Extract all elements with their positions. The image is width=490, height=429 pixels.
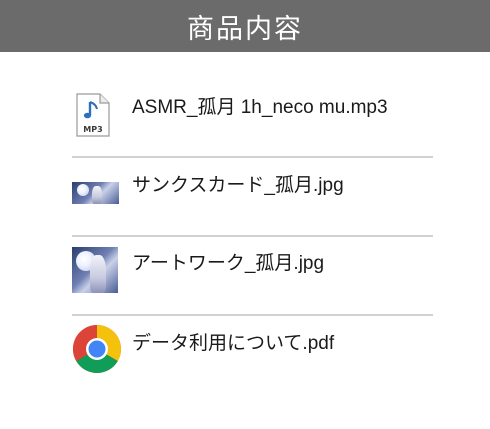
mp3-badge-label: MP3: [83, 125, 102, 134]
chrome-icon: [72, 324, 122, 374]
file-name: サンクスカード_孤月.jpg: [132, 175, 344, 196]
file-item-pdf[interactable]: データ利用について.pdf: [72, 325, 432, 406]
file-name: ASMR_孤月 1h_neco mu.mp3: [132, 97, 388, 118]
header-bar: 商品内容: [0, 0, 490, 52]
thumbnail-image-icon: [72, 247, 118, 293]
file-item-mp3[interactable]: MP3 ASMR_孤月 1h_neco mu.mp3: [72, 92, 432, 170]
divider: [72, 314, 433, 316]
divider: [72, 235, 433, 237]
file-name: アートワーク_孤月.jpg: [132, 253, 325, 274]
thumbnail-image-icon: [72, 182, 119, 204]
file-name: データ利用について.pdf: [132, 333, 335, 354]
mp3-file-icon: MP3: [72, 92, 114, 138]
page-title: 商品内容: [187, 13, 303, 45]
divider: [72, 156, 433, 158]
